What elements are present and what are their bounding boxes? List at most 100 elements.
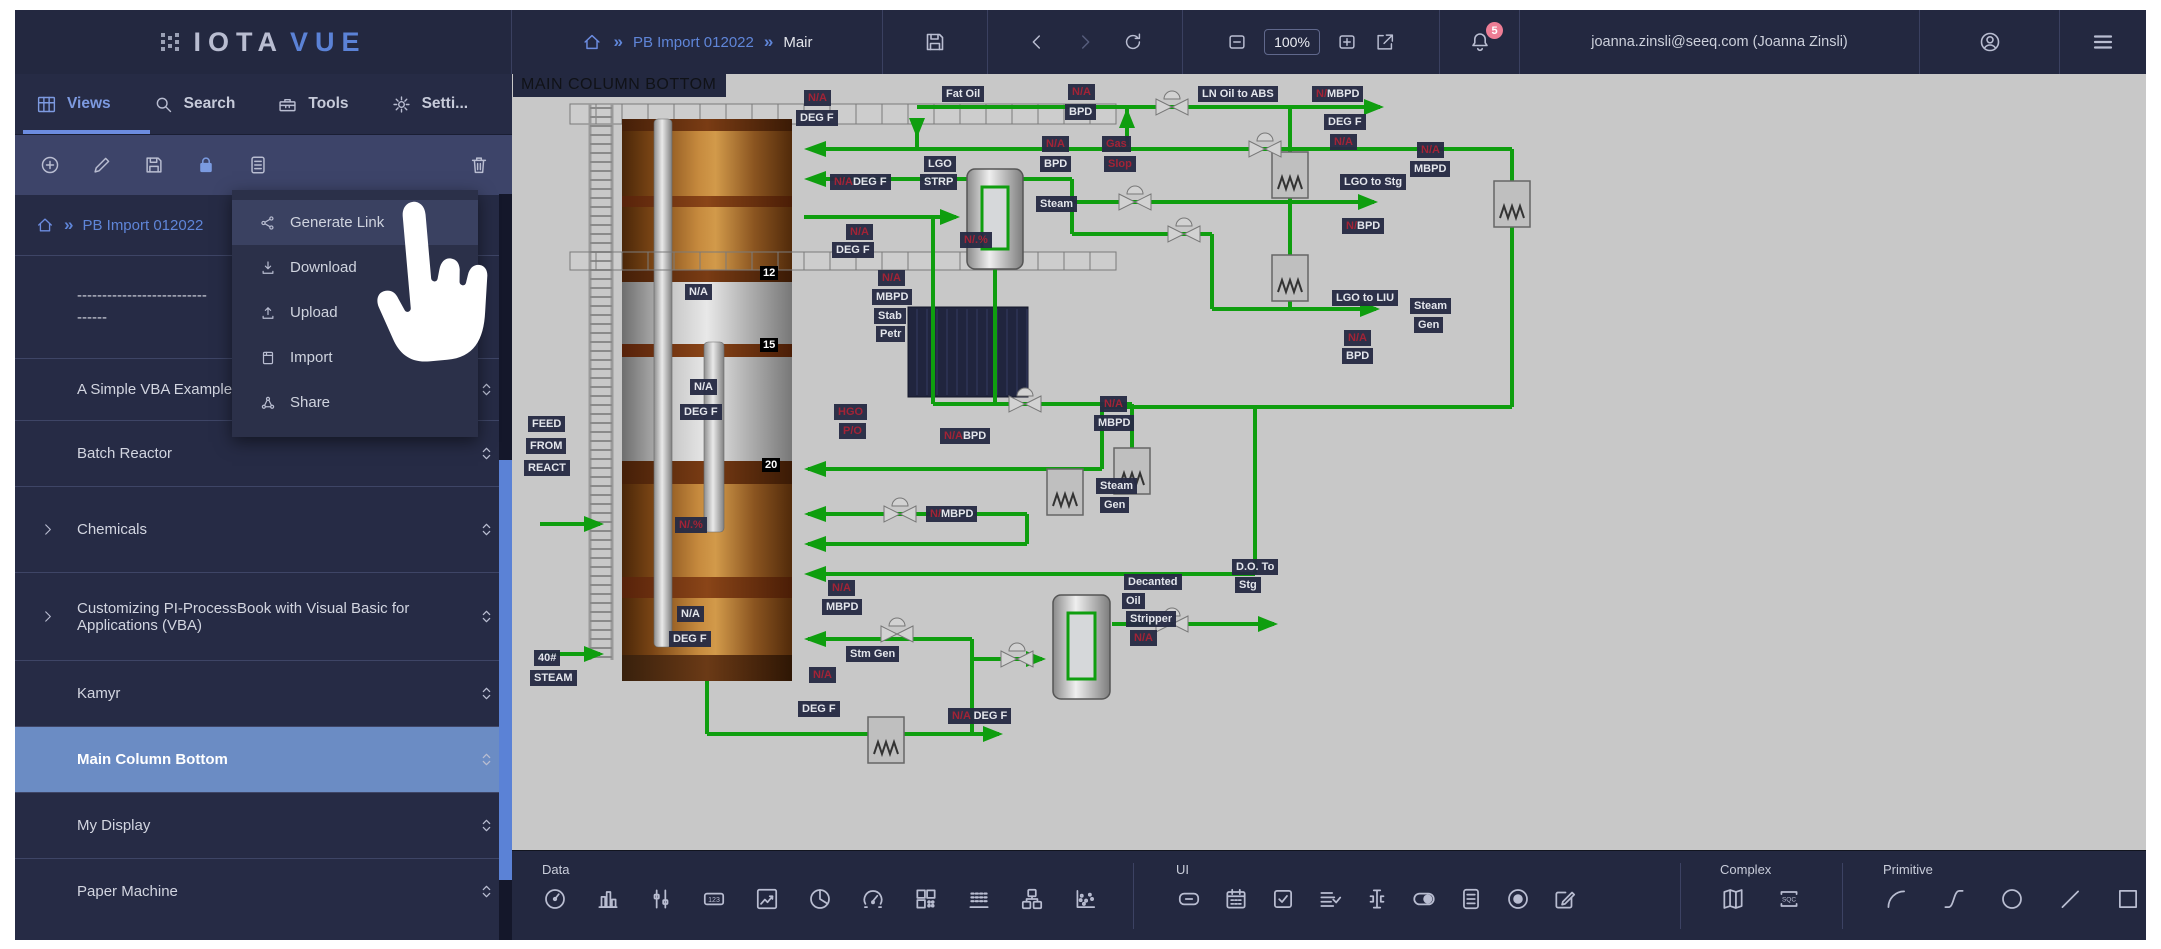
menu-item-import[interactable]: Import xyxy=(232,335,478,380)
palette-section-complex: ComplexSQC xyxy=(1720,851,1802,940)
palette-icon-gauge[interactable] xyxy=(542,886,568,912)
sort-icon[interactable] xyxy=(477,882,496,901)
palette-icon-toggle[interactable] xyxy=(1411,886,1437,912)
palette-icon-checkbox[interactable] xyxy=(1270,886,1296,912)
tree-item-kamyr[interactable]: Kamyr xyxy=(15,660,512,726)
palette-section-data: Data 123 xyxy=(542,851,1098,940)
open-external-icon[interactable] xyxy=(1374,31,1396,53)
palette-icon-trend[interactable] xyxy=(754,886,780,912)
sidebar-tab-search[interactable]: Search xyxy=(132,74,257,134)
sidebar-tab-views[interactable]: Views xyxy=(15,74,132,134)
menu-item-generate-link[interactable]: Generate Link xyxy=(232,200,478,245)
chevron-right-icon[interactable] xyxy=(39,521,56,538)
palette-icon-hierarchy[interactable] xyxy=(1019,886,1045,912)
diagram-label: Gas xyxy=(1102,136,1131,152)
tree-item-paper-machine[interactable]: Paper Machine xyxy=(15,858,512,924)
sort-icon[interactable] xyxy=(477,607,496,626)
sort-icon[interactable] xyxy=(477,380,496,399)
palette-icon-textcursor[interactable] xyxy=(1364,886,1390,912)
logo-text-iota: IOTA xyxy=(193,27,284,58)
palette-icon-spline[interactable] xyxy=(1941,886,1967,912)
tree-item-label: Chemicals xyxy=(77,521,147,538)
scrollbar-thumb[interactable] xyxy=(499,460,512,880)
menu-item-upload[interactable]: Upload xyxy=(232,290,478,335)
sort-icon[interactable] xyxy=(477,750,496,769)
diagram-label: P/O xyxy=(839,423,866,439)
sort-icon[interactable] xyxy=(477,684,496,703)
zoom-out-button[interactable] xyxy=(1226,31,1248,53)
diagram-label: N/A xyxy=(846,224,873,240)
palette-section-ui: UI xyxy=(1176,851,1578,940)
sort-icon[interactable] xyxy=(477,816,496,835)
add-button[interactable] xyxy=(39,154,61,176)
palette-icon-sqc[interactable]: SQC xyxy=(1776,886,1802,912)
palette-icon-arc[interactable] xyxy=(1883,886,1909,912)
save-icon[interactable] xyxy=(923,30,947,54)
home-icon[interactable] xyxy=(35,215,55,235)
palette-icon-barchart[interactable] xyxy=(595,886,621,912)
nav-controls xyxy=(988,10,1183,74)
breadcrumb-parent[interactable]: PB Import 012022 xyxy=(633,34,754,51)
palette-section-label: Data xyxy=(542,862,1098,877)
palette-icon-button[interactable] xyxy=(1176,886,1202,912)
trash-button[interactable] xyxy=(468,154,490,176)
diagram-label: N/A DEG F xyxy=(948,708,1011,724)
tree-item-main-column-bottom[interactable]: Main Column Bottom xyxy=(15,726,512,792)
lock-button[interactable] xyxy=(195,154,217,176)
diagram-label: FROM xyxy=(526,438,566,454)
palette-icon-calendar[interactable] xyxy=(1223,886,1249,912)
list-button[interactable] xyxy=(247,154,269,176)
palette-icon-editbox[interactable] xyxy=(1552,886,1578,912)
diagram-label: STRP xyxy=(920,174,957,190)
palette-icon-dial[interactable] xyxy=(860,886,886,912)
menu-item-label: Upload xyxy=(290,304,338,321)
palette-icon-scatter[interactable] xyxy=(1072,886,1098,912)
palette-icon-radio[interactable] xyxy=(1505,886,1531,912)
menu-item-download[interactable]: Download xyxy=(232,245,478,290)
menu-item-share[interactable]: Share xyxy=(232,380,478,425)
refresh-icon[interactable] xyxy=(1122,31,1144,53)
account-icon[interactable] xyxy=(1978,30,2002,54)
zoom-level: 100% xyxy=(1264,29,1320,55)
diagram-label: Decanted xyxy=(1124,574,1182,590)
diagram-label: BPD xyxy=(1342,348,1373,364)
chevron-right-icon[interactable] xyxy=(39,608,56,625)
diagram-label: N/ADEG F xyxy=(830,174,891,190)
tree-item-label: Kamyr xyxy=(77,685,120,702)
palette-icon-numeric[interactable]: 123 xyxy=(701,886,727,912)
palette-icon-heatmap[interactable] xyxy=(966,886,992,912)
sidebar-scrollbar[interactable] xyxy=(499,194,512,940)
palette-icon-pie[interactable] xyxy=(807,886,833,912)
diagram-label: N/A xyxy=(804,90,831,106)
forward-icon[interactable] xyxy=(1074,31,1096,53)
display-canvas[interactable]: MAIN COLUMN BOTTOM N/ADEG FFat OilN/ABPD… xyxy=(512,74,2146,850)
palette-icon-line[interactable] xyxy=(2057,886,2083,912)
sidebar-tab-setti[interactable]: Setti... xyxy=(370,74,490,134)
palette-icon-textarea[interactable] xyxy=(1458,886,1484,912)
tab-label: Tools xyxy=(308,95,348,113)
sidebar-breadcrumb-label[interactable]: PB Import 012022 xyxy=(82,217,203,234)
save-button[interactable] xyxy=(143,154,165,176)
palette-icon-circle[interactable] xyxy=(1999,886,2025,912)
palette-icon-multiselect[interactable] xyxy=(1317,886,1343,912)
home-icon[interactable] xyxy=(581,31,603,53)
zoom-in-button[interactable] xyxy=(1336,31,1358,53)
diagram-label: N/ABPD xyxy=(940,428,990,444)
palette-icon-map[interactable] xyxy=(1720,886,1746,912)
edit-button[interactable] xyxy=(91,154,113,176)
back-icon[interactable] xyxy=(1026,31,1048,53)
sidebar-toolbar xyxy=(15,135,512,195)
breadcrumb-separator: » xyxy=(64,215,73,235)
palette-icon-table[interactable] xyxy=(913,886,939,912)
screenshot-page: IOTAVUE » PB Import 012022 » Mair 100% 5… xyxy=(0,0,2161,949)
tree-item-customizing-pi-processbook-with-visual-b[interactable]: Customizing PI-ProcessBook with Visual B… xyxy=(15,572,512,660)
sort-icon[interactable] xyxy=(477,444,496,463)
tree-item-my-display[interactable]: My Display xyxy=(15,792,512,858)
sort-icon[interactable] xyxy=(477,520,496,539)
tree-item-chemicals[interactable]: Chemicals xyxy=(15,486,512,572)
diagram-label: FEED xyxy=(528,416,565,432)
palette-icon-rect[interactable] xyxy=(2115,886,2141,912)
hamburger-menu-icon[interactable] xyxy=(2091,30,2115,54)
sidebar-tab-tools[interactable]: Tools xyxy=(256,74,369,134)
palette-icon-slider[interactable] xyxy=(648,886,674,912)
